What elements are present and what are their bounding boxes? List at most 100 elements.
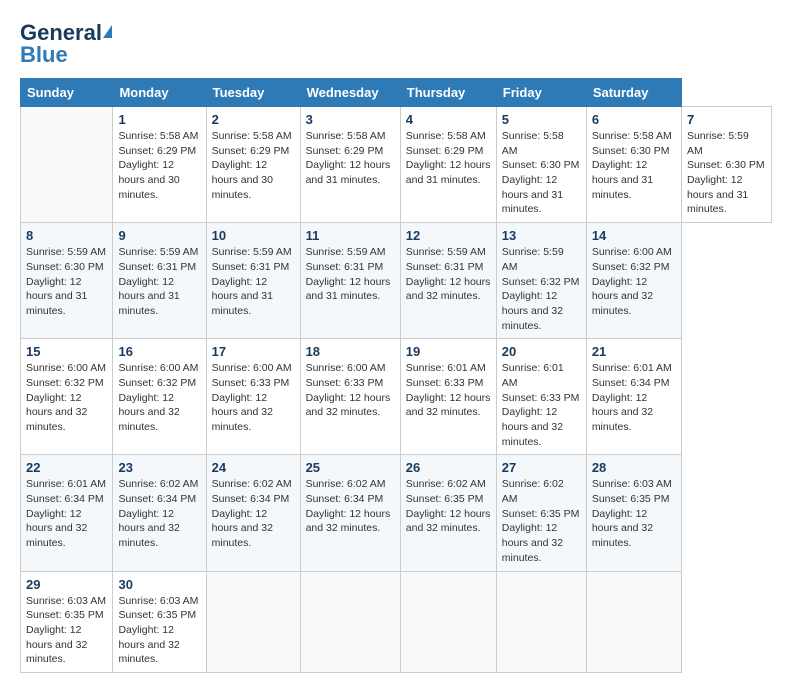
day-number: 9 bbox=[118, 228, 200, 243]
day-number: 2 bbox=[212, 112, 295, 127]
day-number: 19 bbox=[406, 344, 491, 359]
calendar-cell: 3Sunrise: 5:58 AMSunset: 6:29 PMDaylight… bbox=[300, 107, 400, 223]
calendar-cell: 7 Sunrise: 5:59 AMSunset: 6:30 PMDaylight… bbox=[681, 107, 771, 223]
day-number: 4 bbox=[406, 112, 491, 127]
day-number: 3 bbox=[306, 112, 395, 127]
logo: General Blue bbox=[20, 20, 112, 68]
day-info: Sunrise: 5:59 AMSunset: 6:30 PMDaylight:… bbox=[26, 246, 106, 317]
day-info: Sunrise: 5:58 AMSunset: 6:30 PMDaylight:… bbox=[592, 130, 672, 201]
day-info: Sunrise: 5:59 AMSunset: 6:31 PMDaylight:… bbox=[406, 246, 491, 302]
calendar-cell: 4 Sunrise: 5:58 AMSunset: 6:29 PMDaylight… bbox=[400, 107, 496, 223]
day-info: Sunrise: 6:02 AMSunset: 6:34 PMDaylight:… bbox=[212, 478, 292, 549]
calendar-cell: 6 Sunrise: 5:58 AMSunset: 6:30 PMDaylight… bbox=[586, 107, 681, 223]
day-header-thursday: Thursday bbox=[400, 79, 496, 107]
day-number: 8 bbox=[26, 228, 107, 243]
day-number: 27 bbox=[502, 460, 581, 475]
day-info: Sunrise: 5:59 AMSunset: 6:30 PMDaylight:… bbox=[687, 130, 765, 215]
calendar-cell: 2 Sunrise: 5:58 AMSunset: 6:29 PMDaylight… bbox=[206, 107, 300, 223]
calendar-cell: 8 Sunrise: 5:59 AMSunset: 6:30 PMDaylight… bbox=[21, 223, 113, 339]
day-info: Sunrise: 6:00 AMSunset: 6:32 PMDaylight:… bbox=[26, 362, 106, 433]
day-info: Sunrise: 6:00 AMSunset: 6:32 PMDaylight:… bbox=[592, 246, 672, 317]
day-number: 20 bbox=[502, 344, 581, 359]
day-info: Sunrise: 5:59 AMSunset: 6:31 PMDaylight:… bbox=[306, 246, 391, 302]
calendar-cell: 18Sunrise: 6:00 AMSunset: 6:33 PMDayligh… bbox=[300, 339, 400, 455]
day-info: Sunrise: 6:00 AMSunset: 6:33 PMDaylight:… bbox=[306, 362, 391, 418]
calendar-cell bbox=[586, 571, 681, 672]
day-number: 5 bbox=[502, 112, 581, 127]
day-info: Sunrise: 6:03 AMSunset: 6:35 PMDaylight:… bbox=[592, 478, 672, 549]
day-info: Sunrise: 6:01 AMSunset: 6:33 PMDaylight:… bbox=[502, 362, 580, 447]
calendar-cell: 24 Sunrise: 6:02 AMSunset: 6:34 PMDayligh… bbox=[206, 455, 300, 571]
day-info: Sunrise: 6:03 AMSunset: 6:35 PMDaylight:… bbox=[118, 595, 198, 666]
calendar-week-1: 1 Sunrise: 5:58 AMSunset: 6:29 PMDaylight… bbox=[21, 107, 772, 223]
calendar-cell: 16 Sunrise: 6:00 AMSunset: 6:32 PMDayligh… bbox=[113, 339, 206, 455]
day-header-sunday: Sunday bbox=[21, 79, 113, 107]
calendar-cell: 9 Sunrise: 5:59 AMSunset: 6:31 PMDaylight… bbox=[113, 223, 206, 339]
day-info: Sunrise: 6:00 AMSunset: 6:33 PMDaylight:… bbox=[212, 362, 292, 433]
day-info: Sunrise: 5:58 AMSunset: 6:29 PMDaylight:… bbox=[118, 130, 198, 201]
calendar-cell: 1 Sunrise: 5:58 AMSunset: 6:29 PMDaylight… bbox=[113, 107, 206, 223]
calendar-week-4: 22 Sunrise: 6:01 AMSunset: 6:34 PMDayligh… bbox=[21, 455, 772, 571]
calendar-body: 1 Sunrise: 5:58 AMSunset: 6:29 PMDaylight… bbox=[21, 107, 772, 673]
calendar-cell: 12 Sunrise: 5:59 AMSunset: 6:31 PMDayligh… bbox=[400, 223, 496, 339]
day-info: Sunrise: 6:02 AMSunset: 6:34 PMDaylight:… bbox=[118, 478, 198, 549]
day-number: 21 bbox=[592, 344, 676, 359]
day-number: 13 bbox=[502, 228, 581, 243]
calendar-cell: 23Sunrise: 6:02 AMSunset: 6:34 PMDayligh… bbox=[113, 455, 206, 571]
day-number: 24 bbox=[212, 460, 295, 475]
calendar-cell: 11Sunrise: 5:59 AMSunset: 6:31 PMDayligh… bbox=[300, 223, 400, 339]
day-info: Sunrise: 6:00 AMSunset: 6:32 PMDaylight:… bbox=[118, 362, 198, 433]
calendar-week-2: 8 Sunrise: 5:59 AMSunset: 6:30 PMDaylight… bbox=[21, 223, 772, 339]
day-number: 26 bbox=[406, 460, 491, 475]
calendar-cell: 30 Sunrise: 6:03 AMSunset: 6:35 PMDayligh… bbox=[113, 571, 206, 672]
calendar-week-3: 15 Sunrise: 6:00 AMSunset: 6:32 PMDayligh… bbox=[21, 339, 772, 455]
day-info: Sunrise: 6:02 AMSunset: 6:35 PMDaylight:… bbox=[406, 478, 491, 534]
calendar-cell: 22 Sunrise: 6:01 AMSunset: 6:34 PMDayligh… bbox=[21, 455, 113, 571]
calendar-table: SundayMondayTuesdayWednesdayThursdayFrid… bbox=[20, 78, 772, 673]
calendar-cell: 25 Sunrise: 6:02 AMSunset: 6:34 PMDayligh… bbox=[300, 455, 400, 571]
calendar-cell: 15 Sunrise: 6:00 AMSunset: 6:32 PMDayligh… bbox=[21, 339, 113, 455]
day-number: 25 bbox=[306, 460, 395, 475]
day-number: 14 bbox=[592, 228, 676, 243]
calendar-cell: 21Sunrise: 6:01 AMSunset: 6:34 PMDayligh… bbox=[586, 339, 681, 455]
calendar-cell bbox=[400, 571, 496, 672]
calendar-header-row: SundayMondayTuesdayWednesdayThursdayFrid… bbox=[21, 79, 772, 107]
day-info: Sunrise: 5:58 AMSunset: 6:29 PMDaylight:… bbox=[406, 130, 491, 186]
day-header-saturday: Saturday bbox=[586, 79, 681, 107]
day-number: 15 bbox=[26, 344, 107, 359]
day-number: 10 bbox=[212, 228, 295, 243]
day-info: Sunrise: 5:59 AMSunset: 6:31 PMDaylight:… bbox=[118, 246, 198, 317]
day-number: 17 bbox=[212, 344, 295, 359]
calendar-cell: 10 Sunrise: 5:59 AMSunset: 6:31 PMDayligh… bbox=[206, 223, 300, 339]
day-header-friday: Friday bbox=[496, 79, 586, 107]
day-info: Sunrise: 6:02 AMSunset: 6:35 PMDaylight:… bbox=[502, 478, 580, 563]
day-number: 12 bbox=[406, 228, 491, 243]
calendar-cell: 17 Sunrise: 6:00 AMSunset: 6:33 PMDayligh… bbox=[206, 339, 300, 455]
day-info: Sunrise: 6:01 AMSunset: 6:33 PMDaylight:… bbox=[406, 362, 491, 418]
day-number: 16 bbox=[118, 344, 200, 359]
day-header-wednesday: Wednesday bbox=[300, 79, 400, 107]
day-number: 22 bbox=[26, 460, 107, 475]
calendar-cell bbox=[21, 107, 113, 223]
calendar-cell: 5 Sunrise: 5:58 AMSunset: 6:30 PMDaylight… bbox=[496, 107, 586, 223]
day-number: 30 bbox=[118, 577, 200, 592]
day-number: 29 bbox=[26, 577, 107, 592]
calendar-cell: 26 Sunrise: 6:02 AMSunset: 6:35 PMDayligh… bbox=[400, 455, 496, 571]
logo-blue: Blue bbox=[20, 42, 68, 68]
day-header-tuesday: Tuesday bbox=[206, 79, 300, 107]
day-number: 7 bbox=[687, 112, 766, 127]
calendar-cell: 29 Sunrise: 6:03 AMSunset: 6:35 PMDayligh… bbox=[21, 571, 113, 672]
calendar-cell: 27 Sunrise: 6:02 AMSunset: 6:35 PMDayligh… bbox=[496, 455, 586, 571]
day-info: Sunrise: 6:02 AMSunset: 6:34 PMDaylight:… bbox=[306, 478, 391, 534]
day-info: Sunrise: 6:01 AMSunset: 6:34 PMDaylight:… bbox=[26, 478, 106, 549]
day-number: 6 bbox=[592, 112, 676, 127]
day-info: Sunrise: 6:03 AMSunset: 6:35 PMDaylight:… bbox=[26, 595, 106, 666]
calendar-cell bbox=[300, 571, 400, 672]
day-info: Sunrise: 5:59 AMSunset: 6:31 PMDaylight:… bbox=[212, 246, 292, 317]
calendar-cell: 14 Sunrise: 6:00 AMSunset: 6:32 PMDayligh… bbox=[586, 223, 681, 339]
day-info: Sunrise: 5:58 AMSunset: 6:30 PMDaylight:… bbox=[502, 130, 580, 215]
day-info: Sunrise: 5:59 AMSunset: 6:32 PMDaylight:… bbox=[502, 246, 580, 331]
calendar-cell: 13 Sunrise: 5:59 AMSunset: 6:32 PMDayligh… bbox=[496, 223, 586, 339]
day-info: Sunrise: 5:58 AMSunset: 6:29 PMDaylight:… bbox=[212, 130, 292, 201]
day-number: 1 bbox=[118, 112, 200, 127]
